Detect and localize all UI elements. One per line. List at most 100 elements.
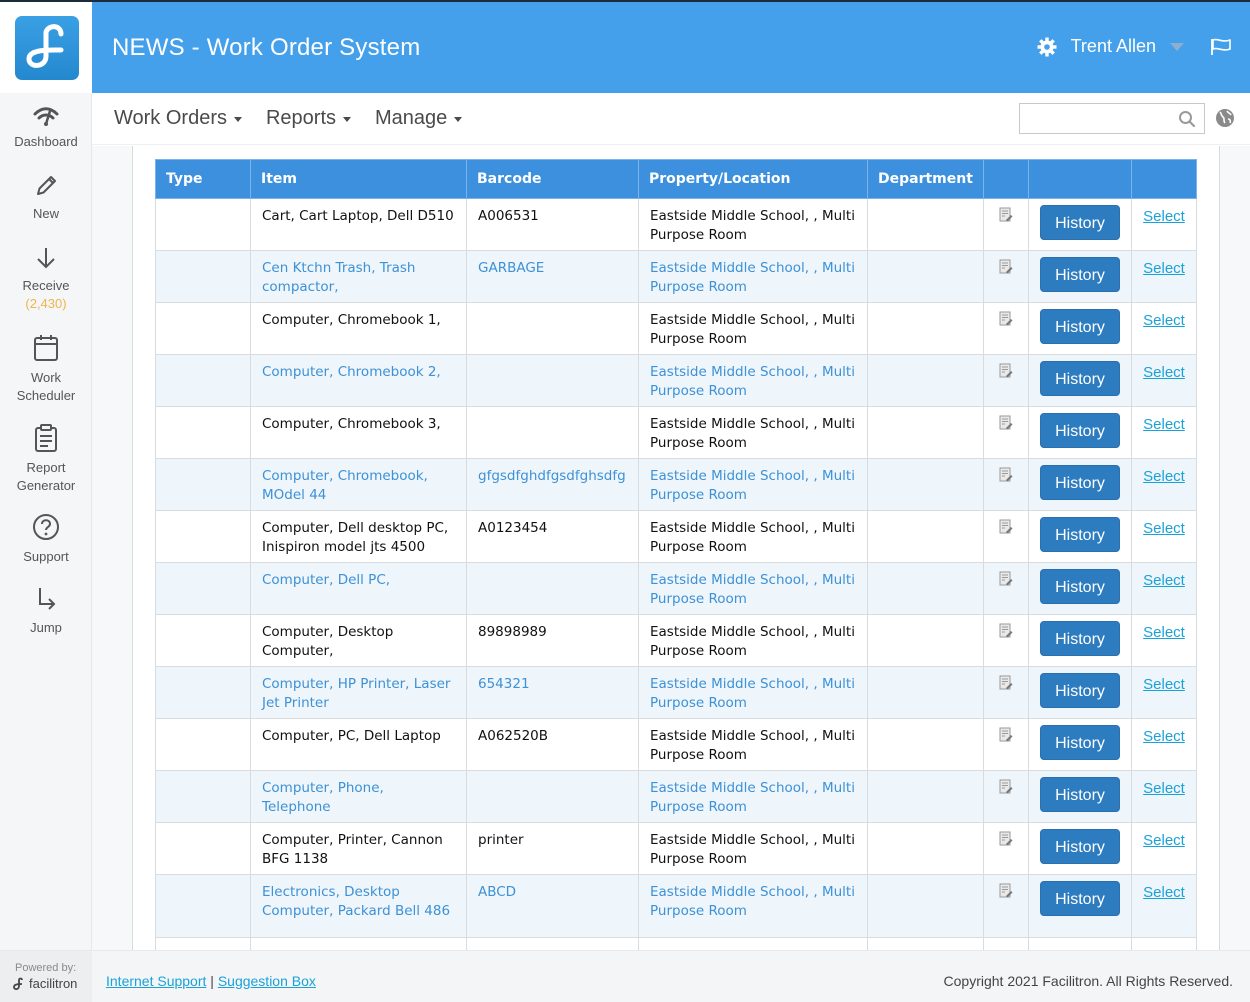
- sidebar-item-report-generator[interactable]: Report Generator: [0, 423, 92, 495]
- sidebar-item-work-scheduler[interactable]: Work Scheduler: [0, 333, 92, 405]
- search-input[interactable]: [1020, 104, 1170, 133]
- globe-icon[interactable]: [1215, 108, 1235, 128]
- history-button[interactable]: History: [1040, 621, 1120, 656]
- select-link[interactable]: Select: [1143, 572, 1185, 589]
- user-menu[interactable]: Trent Allen: [1037, 36, 1232, 57]
- select-link[interactable]: Select: [1143, 728, 1185, 745]
- edit-note-icon[interactable]: [999, 415, 1013, 431]
- nav-label: Reports: [265, 107, 337, 129]
- edit-note-icon[interactable]: [999, 779, 1013, 795]
- select-link[interactable]: Select: [1143, 416, 1185, 433]
- select-link[interactable]: Select: [1143, 780, 1185, 797]
- history-button[interactable]: History: [1040, 413, 1120, 448]
- sidebar-item-support[interactable]: Support: [0, 512, 92, 566]
- sidebar-item-new[interactable]: New: [0, 173, 92, 223]
- column-header-type[interactable]: Type: [155, 159, 251, 199]
- nav-reports[interactable]: Reports: [265, 107, 352, 130]
- history-button[interactable]: History: [1040, 881, 1120, 916]
- cell-edit: [983, 874, 1029, 938]
- sidebar-item-receive[interactable]: Receive (2,430): [0, 245, 92, 313]
- select-link[interactable]: Select: [1143, 676, 1185, 693]
- asset-panel: Type Item Barcode Property/Location Depa…: [132, 146, 1220, 958]
- table-row[interactable]: Electronics, Desktop Computer, Packard B…: [155, 874, 1197, 938]
- table-row[interactable]: Computer, Printer, Cannon BFG 1138 printe…: [155, 822, 1197, 875]
- select-link[interactable]: Select: [1143, 520, 1185, 537]
- suggestion-box-link[interactable]: Suggestion Box: [218, 973, 316, 989]
- history-button[interactable]: History: [1040, 309, 1120, 344]
- gear-icon[interactable]: [1037, 37, 1057, 57]
- facilitron-brand[interactable]: facilitron: [13, 976, 77, 991]
- edit-note-icon[interactable]: [999, 883, 1013, 899]
- cell-select: Select: [1131, 354, 1197, 407]
- app-title: NEWS - Work Order System: [112, 34, 421, 61]
- history-button[interactable]: History: [1040, 361, 1120, 396]
- internet-support-link[interactable]: Internet Support: [106, 973, 206, 989]
- table-row[interactable]: Computer, Desktop Computer, 89898989 Easts…: [155, 614, 1197, 667]
- table-row[interactable]: Cart, Cart Laptop, Dell D510 A006531 Easts…: [155, 198, 1197, 251]
- history-button[interactable]: History: [1040, 725, 1120, 760]
- table-row[interactable]: Computer, Chromebook 2, Eastside Middle S…: [155, 354, 1197, 407]
- table-row[interactable]: Computer, Chromebook 1, Eastside Middle S…: [155, 302, 1197, 355]
- history-button[interactable]: History: [1040, 257, 1120, 292]
- history-button[interactable]: History: [1040, 777, 1120, 812]
- select-link[interactable]: Select: [1143, 832, 1185, 849]
- history-button[interactable]: History: [1040, 517, 1120, 552]
- cell-item: Computer, PC, Dell Laptop: [250, 718, 467, 771]
- edit-note-icon[interactable]: [999, 467, 1013, 483]
- cell-select: Select: [1131, 718, 1197, 771]
- history-button[interactable]: History: [1040, 465, 1120, 500]
- edit-note-icon[interactable]: [999, 519, 1013, 535]
- cell-edit: [983, 354, 1029, 407]
- select-link[interactable]: Select: [1143, 364, 1185, 381]
- powered-by-label: Powered by:: [15, 962, 77, 974]
- edit-note-icon[interactable]: [999, 831, 1013, 847]
- select-link[interactable]: Select: [1143, 468, 1185, 485]
- table-row[interactable]: Computer, Chromebook, MOdel 44 gfgsdfghdf…: [155, 458, 1197, 511]
- nav-manage[interactable]: Manage: [375, 107, 463, 130]
- user-name[interactable]: Trent Allen: [1071, 36, 1156, 57]
- select-link[interactable]: Select: [1143, 624, 1185, 641]
- table-row[interactable]: Computer, Dell desktop PC, Inispiron mod…: [155, 510, 1197, 563]
- edit-note-icon[interactable]: [999, 623, 1013, 639]
- table-row[interactable]: Computer, Chromebook 3, Eastside Middle S…: [155, 406, 1197, 459]
- cell-edit: [983, 718, 1029, 771]
- caret-down-icon[interactable]: [1170, 42, 1184, 51]
- history-button[interactable]: History: [1040, 829, 1120, 864]
- calendar-icon: [34, 335, 58, 361]
- select-link[interactable]: Select: [1143, 260, 1185, 277]
- cell-barcode: [466, 562, 639, 615]
- column-header-item[interactable]: Item: [250, 159, 467, 199]
- history-button[interactable]: History: [1040, 569, 1120, 604]
- cell-history: History: [1028, 666, 1132, 719]
- edit-note-icon[interactable]: [999, 363, 1013, 379]
- column-header-location[interactable]: Property/Location: [638, 159, 868, 199]
- edit-note-icon[interactable]: [999, 207, 1013, 223]
- search-icon[interactable]: [1178, 110, 1196, 128]
- sidebar-item-jump[interactable]: Jump: [0, 585, 92, 637]
- edit-note-icon[interactable]: [999, 675, 1013, 691]
- select-link[interactable]: Select: [1143, 884, 1185, 901]
- edit-note-icon[interactable]: [999, 571, 1013, 587]
- cell-history: History: [1028, 614, 1132, 667]
- facilitron-logo-icon[interactable]: [15, 16, 79, 80]
- sidebar-item-dashboard[interactable]: Dashboard: [0, 105, 92, 151]
- table-row[interactable]: Computer, HP Printer, Laser Jet Printer 6…: [155, 666, 1197, 719]
- select-link[interactable]: Select: [1143, 312, 1185, 329]
- table-row[interactable]: Cen Ktchn Trash, Trash compactor, GARBAGE…: [155, 250, 1197, 303]
- arrow-down-icon: [37, 248, 55, 269]
- table-row[interactable]: Computer, Dell PC, Eastside Middle School…: [155, 562, 1197, 615]
- column-header-barcode[interactable]: Barcode: [466, 159, 639, 199]
- flag-icon[interactable]: [1210, 38, 1232, 56]
- table-row[interactable]: Computer, Phone, Telephone Eastside Middl…: [155, 770, 1197, 823]
- column-header-department[interactable]: Department: [867, 159, 984, 199]
- sidebar: Dashboard New Receive (2,430) Work Sched…: [0, 93, 92, 950]
- edit-note-icon[interactable]: [999, 259, 1013, 275]
- history-button[interactable]: History: [1040, 673, 1120, 708]
- table-row[interactable]: Computer, PC, Dell Laptop A062520B Eastsid…: [155, 718, 1197, 771]
- edit-note-icon[interactable]: [999, 311, 1013, 327]
- edit-note-icon[interactable]: [999, 727, 1013, 743]
- select-link[interactable]: Select: [1143, 208, 1185, 225]
- nav-work-orders[interactable]: Work Orders: [114, 107, 242, 130]
- history-button[interactable]: History: [1040, 205, 1120, 240]
- brand-name: facilitron: [29, 976, 78, 991]
